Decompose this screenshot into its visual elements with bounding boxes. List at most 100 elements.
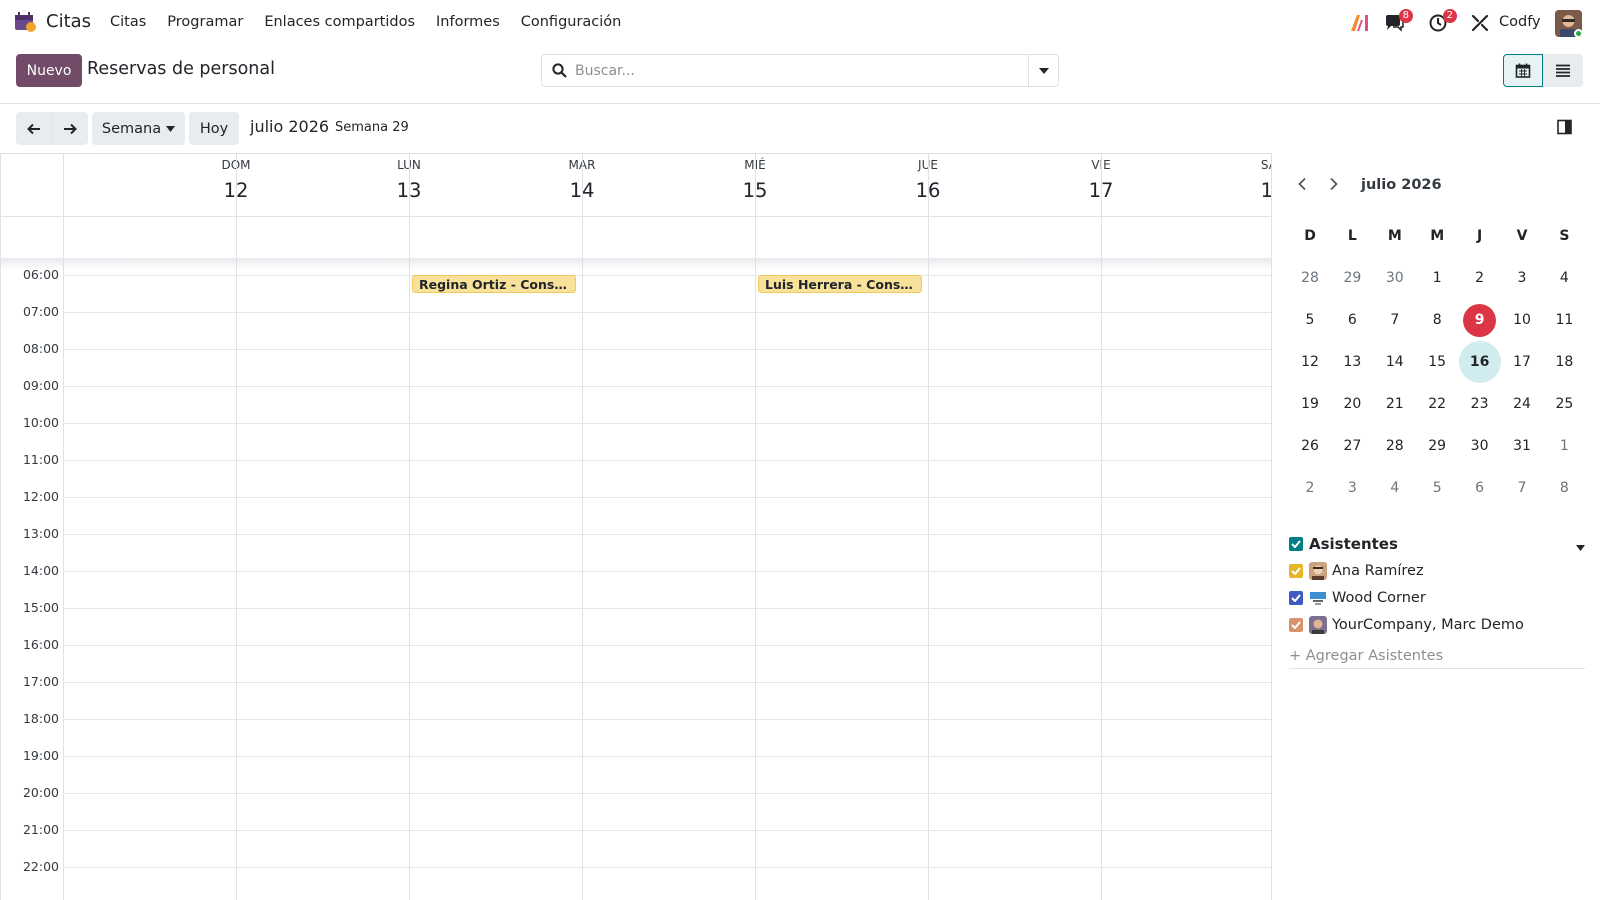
mini-calendar-day[interactable]: 29 (1331, 257, 1373, 299)
side-panel-toggle-icon[interactable] (1557, 119, 1573, 135)
search-input[interactable] (575, 61, 1015, 81)
filter-section-header[interactable]: Asistentes (1289, 533, 1585, 555)
calendar-icon (1515, 63, 1531, 78)
mini-calendar-day[interactable]: 27 (1331, 425, 1373, 467)
scale-label: Semana (101, 120, 162, 137)
list-view-button[interactable] (1543, 54, 1583, 87)
week-calendar-grid: DOM 12 LUN 13 MAR 14 MIÉ 15 JUE 16 VIE 1… (0, 153, 1272, 900)
day-header-thursday[interactable]: JUE 16 (755, 154, 941, 216)
hour-label: 16:00 (22, 637, 59, 652)
filter-checkbox[interactable] (1289, 618, 1303, 632)
hour-label: 06:00 (22, 267, 59, 282)
mini-day-number: 8 (1432, 312, 1442, 328)
mini-calendar-day[interactable]: 10 (1501, 299, 1543, 341)
menu-item-informes[interactable]: Informes (436, 14, 500, 30)
day-header-monday[interactable]: LUN 13 (236, 154, 422, 216)
mini-calendar-day[interactable]: 18 (1543, 341, 1585, 383)
mini-calendar-day[interactable]: 19 (1289, 383, 1331, 425)
mini-calendar-day[interactable]: 2 (1289, 467, 1331, 509)
ai-icon[interactable] (1349, 12, 1371, 34)
filter-checkbox[interactable] (1289, 591, 1303, 605)
filter-checkbox[interactable] (1289, 564, 1303, 578)
next-period-button[interactable] (52, 112, 88, 145)
hour-gridline (63, 275, 1271, 276)
calendar-view-button[interactable] (1503, 54, 1543, 87)
filter-item[interactable]: YourCompany, Marc Demo (1289, 614, 1585, 636)
mini-calendar-day[interactable]: 28 (1374, 425, 1416, 467)
search-options-toggle[interactable] (1028, 55, 1058, 86)
mini-calendar-day[interactable]: 28 (1289, 257, 1331, 299)
menu-item-configuracion[interactable]: Configuración (521, 14, 622, 30)
previous-period-button[interactable] (16, 112, 52, 145)
mini-calendar-day[interactable]: 31 (1501, 425, 1543, 467)
event-regina-ortiz[interactable]: Regina Ortiz - Consul... (412, 275, 576, 293)
mini-calendar-day[interactable]: 3 (1501, 257, 1543, 299)
mini-calendar-day[interactable]: 6 (1331, 299, 1373, 341)
check-icon (1291, 540, 1301, 548)
caret-down-icon[interactable] (1576, 539, 1585, 555)
menu-item-programar[interactable]: Programar (167, 14, 243, 30)
mini-calendar-day[interactable]: 26 (1289, 425, 1331, 467)
mini-calendar-day[interactable]: 15 (1416, 341, 1458, 383)
mini-calendar-day[interactable]: 3 (1331, 467, 1373, 509)
company-switcher[interactable]: Codfy (1499, 14, 1541, 30)
mini-calendar-day[interactable]: 20 (1331, 383, 1373, 425)
menu-item-citas[interactable]: Citas (110, 14, 146, 30)
day-header-tuesday[interactable]: MAR 14 (409, 154, 596, 216)
mini-calendar-next-icon[interactable] (1326, 177, 1340, 191)
mini-calendar-day[interactable]: 21 (1374, 383, 1416, 425)
new-button[interactable]: Nuevo (16, 54, 82, 87)
mini-calendar-day[interactable]: 22 (1416, 383, 1458, 425)
mini-calendar-day[interactable]: 7 (1501, 467, 1543, 509)
day-header-friday[interactable]: VIE 17 (928, 154, 1114, 216)
mini-calendar-day[interactable]: 8 (1543, 467, 1585, 509)
mini-calendar-day[interactable]: 23 (1459, 383, 1501, 425)
day-header-saturday[interactable]: SÁB 18 (1101, 154, 1271, 216)
mini-calendar-day[interactable]: 11 (1543, 299, 1585, 341)
day-header-wednesday[interactable]: MIÉ 15 (582, 154, 768, 216)
mini-calendar-day[interactable]: 14 (1374, 341, 1416, 383)
mini-calendar-day[interactable]: 24 (1501, 383, 1543, 425)
scale-dropdown[interactable]: Semana (92, 112, 185, 145)
mini-calendar-day[interactable]: 5 (1416, 467, 1458, 509)
today-button[interactable]: Hoy (189, 112, 239, 145)
user-avatar[interactable] (1555, 10, 1582, 37)
hour-gridline (63, 497, 1271, 498)
hour-label: 22:00 (22, 859, 59, 874)
calendar-app-icon[interactable] (14, 12, 36, 32)
check-icon (1291, 621, 1301, 629)
mini-day-number: 21 (1385, 396, 1404, 412)
mini-calendar-day[interactable]: 9 (1459, 299, 1501, 341)
filter-item[interactable]: Ana Ramírez (1289, 560, 1585, 582)
mini-calendar-day[interactable]: 8 (1416, 299, 1458, 341)
mini-calendar-day[interactable]: 25 (1543, 383, 1585, 425)
mini-calendar-day[interactable]: 1 (1543, 425, 1585, 467)
mini-calendar-day[interactable]: 13 (1331, 341, 1373, 383)
mini-calendar-day[interactable]: 29 (1416, 425, 1458, 467)
mini-calendar-day[interactable]: 12 (1289, 341, 1331, 383)
mini-calendar-day[interactable]: 17 (1501, 341, 1543, 383)
activity-clock-icon[interactable]: 2 (1427, 9, 1457, 34)
mini-calendar-day[interactable]: 6 (1459, 467, 1501, 509)
mini-calendar-day[interactable]: 4 (1374, 467, 1416, 509)
app-brand[interactable]: Citas (46, 11, 91, 32)
mini-calendar-day[interactable]: 2 (1459, 257, 1501, 299)
mini-calendar-day[interactable]: 30 (1374, 257, 1416, 299)
event-luis-herrera[interactable]: Luis Herrera - Consul... (758, 275, 922, 293)
mini-calendar-day[interactable]: 30 (1459, 425, 1501, 467)
mini-calendar-day[interactable]: 5 (1289, 299, 1331, 341)
menu-item-enlaces-compartidos[interactable]: Enlaces compartidos (264, 14, 415, 30)
add-attendees-link[interactable]: + Agregar Asistentes (1289, 648, 1585, 669)
messages-icon[interactable]: 8 (1383, 9, 1413, 34)
mini-calendar-day[interactable]: 7 (1374, 299, 1416, 341)
debug-tools-icon[interactable] (1469, 12, 1491, 34)
mini-calendar-day[interactable]: 1 (1416, 257, 1458, 299)
mini-day-number: 15 (1428, 354, 1447, 370)
mini-calendar-prev-icon[interactable] (1296, 177, 1310, 191)
day-header-sunday[interactable]: DOM 12 (63, 154, 250, 216)
filter-item[interactable]: Wood Corner (1289, 587, 1585, 609)
hour-label: 08:00 (22, 341, 59, 356)
filter-all-checkbox[interactable] (1289, 537, 1303, 551)
mini-calendar-day[interactable]: 4 (1543, 257, 1585, 299)
mini-calendar-day[interactable]: 16 (1458, 341, 1501, 383)
